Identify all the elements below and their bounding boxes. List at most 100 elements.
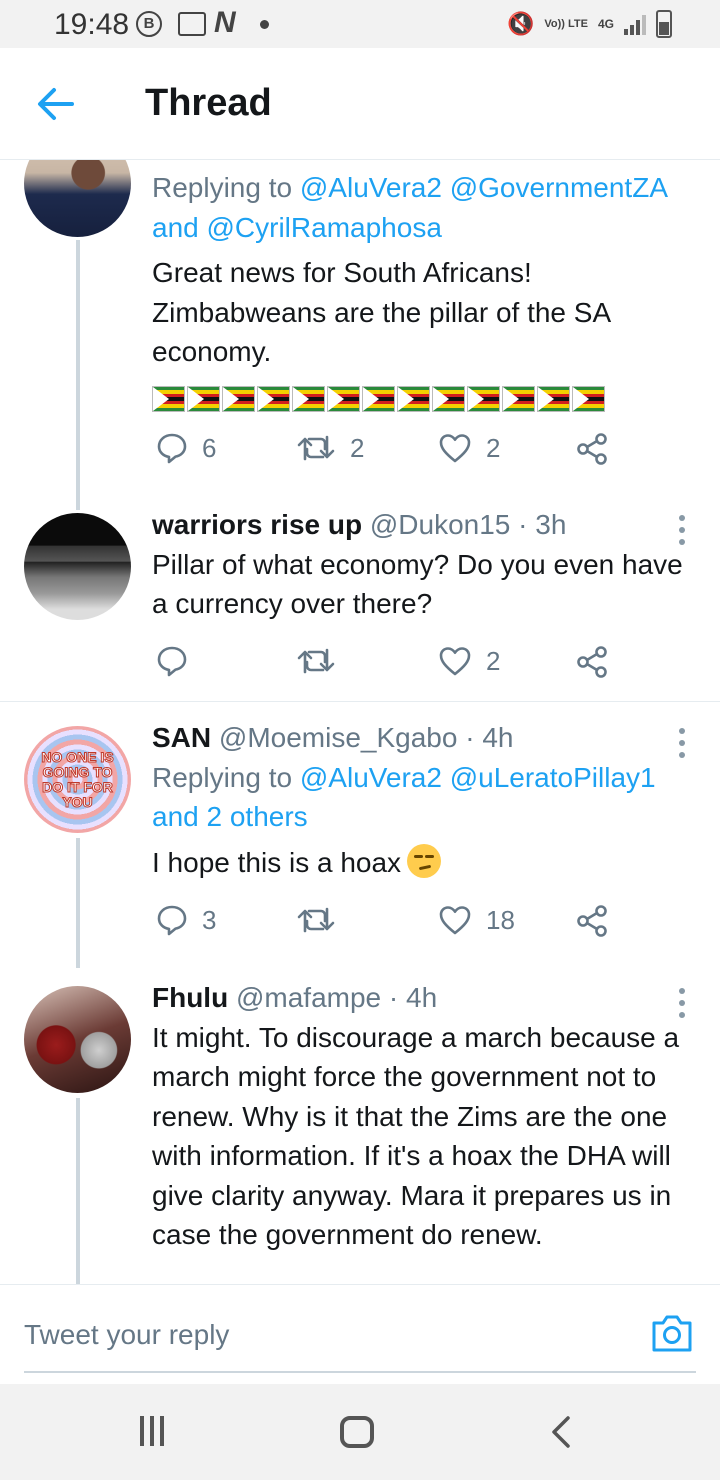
thread-line: [76, 240, 80, 510]
reply-icon: [157, 905, 187, 936]
system-nav-bar: [0, 1384, 720, 1480]
tweet-text: It might. To discourage a march because …: [152, 1021, 680, 1251]
retweet-button[interactable]: 2: [296, 432, 364, 464]
zimbabwe-flag-icon: [152, 385, 185, 412]
b-badge-icon: B: [136, 11, 162, 37]
status-bar: 19:48 B N 🔇 Vo)) LTE 4G: [0, 0, 720, 48]
notification-dot-icon: [260, 20, 269, 29]
zimbabwe-flag-icon: [327, 385, 360, 412]
share-icon: [577, 905, 607, 937]
zimbabwe-flag-icon: [187, 385, 220, 412]
thread-header: Thread: [0, 48, 720, 160]
retweet-button[interactable]: [296, 904, 350, 936]
heart-icon: [439, 647, 471, 676]
zimbabwe-flag-icon: [362, 385, 395, 412]
reply-count: 6: [202, 432, 217, 463]
tweet-3[interactable]: NO ONE IS GOING TO DO IT FOR YOU SAN @Mo…: [0, 718, 720, 968]
zimbabwe-flag-icon: [432, 385, 465, 412]
avatar[interactable]: [24, 513, 131, 620]
user-name[interactable]: SAN: [152, 722, 211, 753]
share-button[interactable]: [576, 904, 610, 938]
like-count: 2: [486, 645, 501, 676]
like-button[interactable]: 2: [438, 645, 500, 677]
user-name[interactable]: warriors rise up: [152, 509, 362, 540]
mute-icon: 🔇: [506, 11, 535, 36]
reply-button[interactable]: 6: [156, 432, 216, 464]
tweet-text: Pillar of what economy? Do you even have…: [152, 548, 683, 620]
user-handle[interactable]: @Dukon15 · 3h: [370, 509, 567, 540]
signal-icon: [624, 13, 646, 35]
tweet-divider: [0, 701, 720, 702]
tweet-4[interactable]: Fhulu @mafampe · 4h It might. To discour…: [0, 978, 720, 1284]
share-icon: [577, 646, 607, 678]
more-options-icon[interactable]: [678, 728, 686, 758]
avatar[interactable]: [24, 986, 131, 1093]
zimbabwe-flag-icon: [502, 385, 535, 412]
replying-to: Replying to @AluVera2 @GovernmentZA: [152, 168, 696, 208]
retweet-icon: [297, 435, 335, 461]
status-time: 19:48: [54, 8, 130, 41]
retweet-icon: [297, 907, 335, 933]
zimbabwe-flag-icon: [292, 385, 325, 412]
zimbabwe-flag-icon: [257, 385, 290, 412]
user-name[interactable]: Fhulu: [152, 982, 228, 1013]
tweet-2[interactable]: warriors rise up @Dukon15 · 3h Pillar of…: [0, 505, 720, 701]
like-button[interactable]: 2: [438, 432, 500, 464]
tweet-text-row: I hope this is a hoax: [152, 843, 696, 883]
zimbabwe-flag-icon: [222, 385, 255, 412]
like-button[interactable]: 18: [438, 904, 515, 936]
retweet-button[interactable]: [296, 645, 350, 677]
reply-icon: [157, 646, 187, 677]
mention-links[interactable]: @AluVera2 @GovernmentZA: [300, 172, 668, 203]
heart-icon: [439, 906, 471, 935]
tweet-reply-input[interactable]: [24, 1313, 624, 1357]
tweet-text: I hope this is a hoax: [152, 846, 402, 878]
user-handle[interactable]: @mafampe · 4h: [236, 982, 437, 1013]
user-handle[interactable]: @Moemise_Kgabo · 4h: [219, 722, 514, 753]
n-notification-icon: N: [214, 6, 236, 39]
like-count: 18: [486, 904, 515, 935]
gallery-icon: [178, 12, 206, 36]
zimbabwe-flag-icon: [397, 385, 430, 412]
page-title: Thread: [145, 82, 272, 124]
zimbabwe-flag-icon: [537, 385, 570, 412]
reply-bar: [0, 1284, 720, 1384]
thread-line: [76, 838, 80, 968]
heart-icon: [439, 434, 471, 463]
camera-icon[interactable]: [650, 1313, 694, 1353]
more-options-icon[interactable]: [678, 988, 686, 1018]
share-icon: [577, 433, 607, 465]
home-icon[interactable]: [340, 1416, 374, 1448]
system-back-icon[interactable]: [544, 1414, 580, 1450]
thread-line: [76, 1098, 80, 1284]
reply-input-underline: [24, 1371, 696, 1373]
avatar-text: NO ONE IS GOING TO DO IT FOR YOU: [41, 748, 114, 810]
more-options-icon[interactable]: [678, 515, 686, 545]
mention-links-2[interactable]: and 2 others: [152, 801, 308, 832]
battery-icon: [656, 10, 672, 38]
avatar[interactable]: NO ONE IS GOING TO DO IT FOR YOU: [24, 726, 131, 833]
reply-button[interactable]: [156, 645, 202, 677]
back-arrow-icon[interactable]: [36, 84, 76, 124]
network-type: 4G: [597, 17, 614, 31]
replying-prefix: Replying to: [152, 761, 300, 793]
volte-indicator: Vo)) LTE: [544, 17, 588, 30]
zimbabwe-flag-icon: [572, 385, 605, 412]
tweet-1[interactable]: Replying to @AluVera2 @GovernmentZA and …: [0, 160, 720, 510]
share-button[interactable]: [576, 645, 610, 679]
retweet-icon: [297, 648, 335, 674]
share-button[interactable]: [576, 432, 610, 466]
thread-feed[interactable]: Replying to @AluVera2 @GovernmentZA and …: [0, 160, 720, 1284]
reply-count: 3: [202, 904, 217, 935]
mention-links-2[interactable]: and @CyrilRamaphosa: [152, 212, 442, 243]
recent-apps-icon[interactable]: [140, 1416, 164, 1446]
retweet-count: 2: [350, 432, 365, 463]
avatar[interactable]: [24, 160, 131, 237]
tweet-text: Great news for South Africans! Zimbabwea…: [152, 257, 610, 367]
mention-links[interactable]: @AluVera2 @uLeratoPillay1: [300, 762, 656, 793]
reply-icon: [157, 433, 187, 464]
zimbabwe-flag-icon: [467, 385, 500, 412]
reply-button[interactable]: 3: [156, 904, 216, 936]
zimbabwe-flag-emojis: [152, 385, 696, 412]
replying-prefix: Replying to: [152, 172, 300, 203]
